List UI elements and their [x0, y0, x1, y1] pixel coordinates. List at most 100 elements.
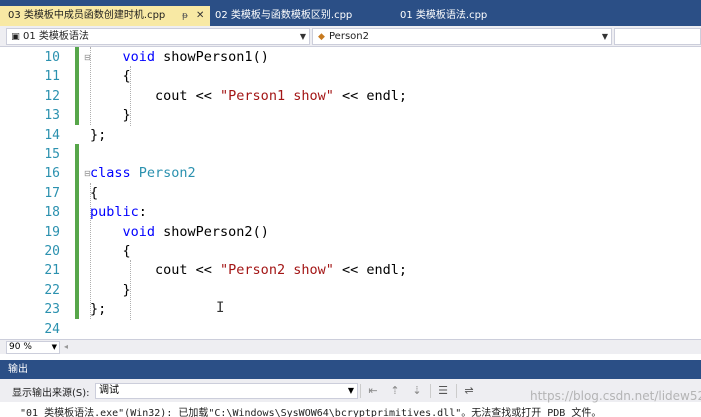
- code-token: {: [90, 243, 131, 259]
- project-icon: ▣: [11, 32, 20, 42]
- find-message-icon[interactable]: ⇤: [366, 384, 380, 398]
- previous-message-icon[interactable]: ⇡: [388, 384, 402, 398]
- chevron-down-icon: ▼: [347, 386, 354, 395]
- project-name: 01 类模板语法: [23, 31, 89, 42]
- line-number: 24: [44, 321, 60, 337]
- keyword-token: void: [122, 49, 156, 65]
- editor-status-strip: 90 % ▼ ◂: [0, 339, 701, 354]
- code-area[interactable]: I void showPerson1() { cout << "Person1 …: [84, 47, 701, 339]
- code-token: }: [90, 107, 131, 124]
- code-line: cout << "Person1 show" << endl;: [90, 87, 407, 106]
- code-line: cout << "Person2 show" << endl;: [90, 261, 407, 280]
- line-number: 18: [44, 205, 60, 221]
- code-line: {: [90, 242, 131, 261]
- code-token: {: [90, 184, 99, 201]
- code-line: void showPerson1(): [90, 48, 269, 67]
- output-title: 输出: [8, 364, 28, 375]
- code-token: }: [90, 281, 131, 298]
- code-token: };: [90, 126, 107, 143]
- change-bar: [75, 47, 79, 125]
- chevron-down-icon: ▼: [299, 32, 306, 41]
- string-token: "Person2 show": [220, 262, 334, 279]
- output-source-dropdown[interactable]: 调试 ▼: [95, 383, 358, 399]
- code-token: {: [90, 68, 131, 85]
- code-token: };: [90, 301, 107, 318]
- line-number: 16: [44, 166, 60, 182]
- line-number: 10: [44, 50, 60, 65]
- close-icon[interactable]: ✕: [196, 6, 204, 26]
- code-token: cout <<: [90, 87, 221, 104]
- code-line: }: [90, 281, 131, 300]
- output-source-label: 显示输出来源(S):: [12, 388, 90, 399]
- tab-class-template-syntax[interactable]: 01 类模板语法.cpp: [400, 6, 487, 26]
- line-number: 13: [44, 108, 60, 124]
- output-text[interactable]: "01 类模板语法.exe"(Win32): 已加载"C:\Windows\Sy…: [0, 402, 701, 417]
- next-message-icon[interactable]: ⇣: [410, 384, 424, 398]
- document-tab-strip: 03 类模板中成员函数创建时机.cpp ᵽ ✕ 02 类模板与函数模板区别.cp…: [0, 0, 701, 26]
- line-number: 12: [44, 88, 60, 104]
- toolbar-separator: [456, 384, 457, 398]
- tab-label: 02 类模板与函数模板区别.cpp: [215, 10, 353, 21]
- collapse-icon[interactable]: ⊟: [84, 169, 91, 178]
- line-number: 14: [44, 127, 60, 143]
- collapse-icon[interactable]: ⊟: [84, 53, 91, 62]
- code-line: void showPerson2(): [90, 223, 269, 242]
- class-icon: ◆: [318, 32, 325, 42]
- type-token: Person2: [138, 165, 196, 182]
- line-number-gutter: 10 11 12 13 14 15 16 17 18 19 20 21 22 23 24: [0, 47, 64, 339]
- code-token: cout <<: [90, 262, 221, 279]
- project-dropdown[interactable]: ▣ 01 类模板语法 ▼: [6, 28, 310, 45]
- line-number: 17: [44, 185, 60, 201]
- line-number: 23: [44, 302, 60, 318]
- word-wrap-icon[interactable]: ⇌: [462, 384, 476, 398]
- code-token: :: [138, 204, 147, 221]
- keyword-token: public: [90, 204, 139, 221]
- tab-class-vs-function-template[interactable]: 02 类模板与函数模板区别.cpp: [215, 6, 352, 26]
- scope-name: Person2: [329, 31, 369, 42]
- toolbar-separator: [430, 384, 431, 398]
- tab-label: 01 类模板语法.cpp: [400, 10, 488, 21]
- tab-class-template-member-creation[interactable]: 03 类模板中成员函数创建时机.cpp ᵽ ✕: [0, 6, 210, 26]
- line-number: 19: [44, 224, 60, 240]
- chevron-down-icon: ▼: [601, 32, 608, 41]
- code-editor[interactable]: 10 11 12 13 14 15 16 17 18 19 20 21 22 23 24 I void sh…: [0, 47, 701, 339]
- code-line: };: [90, 300, 106, 319]
- keyword-token: class: [90, 165, 131, 182]
- zoom-level: 90 %: [9, 342, 32, 352]
- output-panel-header: 输出: [0, 360, 701, 379]
- code-token: showPerson1(): [155, 49, 269, 65]
- navigation-bar: ▣ 01 类模板语法 ▼ ◆ Person2 ▼: [0, 26, 701, 47]
- watermark: https://blog.csdn.net/lidew521: [530, 389, 701, 403]
- output-line: "01 类模板语法.exe"(Win32): 已加载"C:\Windows\Sy…: [20, 408, 602, 417]
- keyword-token: void: [122, 223, 156, 240]
- string-token: "Person1 show": [220, 87, 334, 104]
- code-line: class Person2: [90, 164, 196, 183]
- code-line: {: [90, 67, 131, 86]
- zoom-dropdown[interactable]: 90 % ▼: [6, 341, 60, 354]
- line-number: 21: [44, 263, 60, 279]
- code-token: showPerson2(): [155, 223, 269, 240]
- output-source-value: 调试: [99, 385, 119, 396]
- line-number: 15: [44, 147, 60, 162]
- tab-label: 03 类模板中成员函数创建时机.cpp: [8, 10, 166, 21]
- mouse-ibeam-cursor: I: [216, 300, 225, 316]
- pin-icon[interactable]: ᵽ: [182, 6, 188, 26]
- code-token: << endl;: [333, 262, 407, 279]
- member-dropdown[interactable]: [614, 28, 701, 45]
- code-line: {: [90, 184, 98, 203]
- line-number: 20: [44, 244, 60, 259]
- code-line: public:: [90, 203, 147, 222]
- code-line: };: [90, 126, 106, 145]
- change-bar: [75, 144, 79, 319]
- code-line: }: [90, 106, 131, 125]
- line-number: 22: [44, 282, 60, 298]
- line-number: 11: [44, 69, 60, 85]
- chevron-down-icon: ▼: [51, 343, 57, 351]
- scope-dropdown[interactable]: ◆ Person2 ▼: [312, 28, 612, 45]
- toolbar-separator: [360, 384, 361, 398]
- code-token: << endl;: [333, 87, 407, 104]
- clear-all-icon[interactable]: ☰: [436, 384, 450, 398]
